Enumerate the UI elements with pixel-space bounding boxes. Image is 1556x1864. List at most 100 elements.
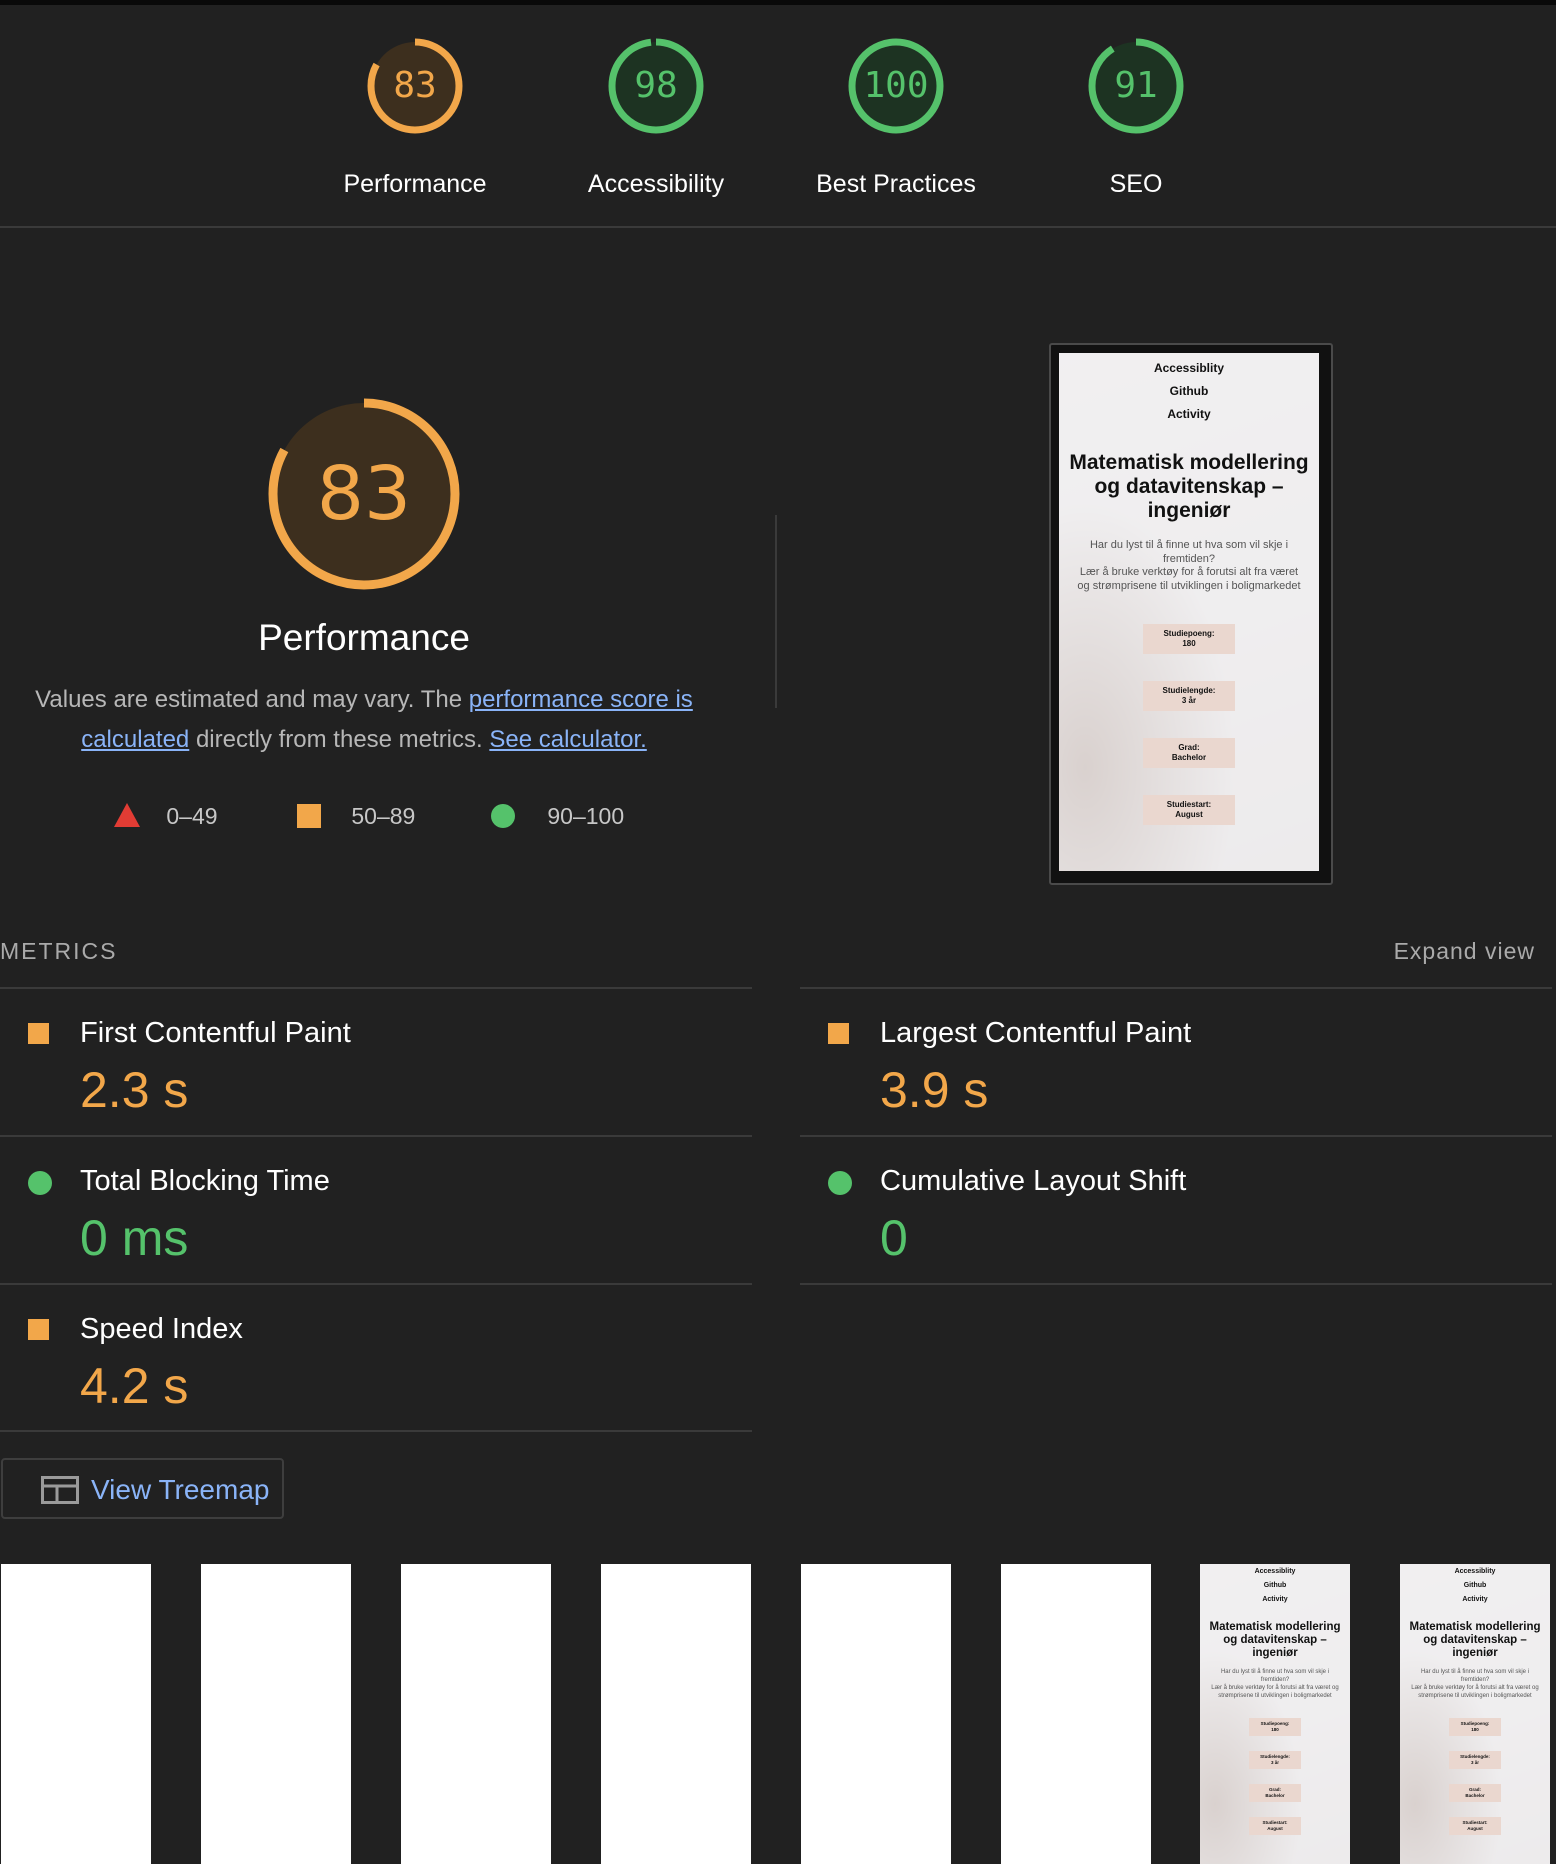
screenshot-title: Matematisk modellering og datavitenskap … [1209, 1621, 1341, 1659]
view-treemap-button[interactable]: View Treemap [1, 1458, 284, 1519]
gauge-label: SEO [1109, 170, 1163, 198]
screenshot-paragraph: Har du lyst til å finne ut hva som vil s… [1059, 539, 1319, 593]
screenshot-content: Accessiblity Github Activity Matematisk … [1059, 353, 1319, 825]
gauge-label: Best Practices [816, 170, 976, 198]
filmstrip-frame [601, 1564, 751, 1864]
gauge-ring: 98 [606, 36, 706, 136]
score-legend: 0–49 50–89 90–100 [0, 803, 728, 833]
average-square-icon [828, 1023, 849, 1044]
screenshot-card: Studielengde: 3 år [1249, 1751, 1301, 1769]
screenshot-card: Grad: Bachelor [1143, 738, 1235, 768]
metric-value: 4.2 s [80, 1358, 189, 1414]
pass-circle-icon [491, 804, 515, 828]
screenshot-paragraph: Har du lyst til å finne ut hva som vil s… [1400, 1668, 1550, 1700]
screenshot-paragraph-line: Har du lyst til å finne ut hva som vil s… [1089, 539, 1289, 565]
filmstrip-frame-rendered: Accessiblity Github Activity Matematisk … [1200, 1564, 1350, 1864]
screenshot-content: Accessiblity Github Activity Matematisk … [1400, 1564, 1550, 1835]
card-value: Bachelor [1465, 1793, 1485, 1798]
see-calculator-link[interactable]: See calculator. [489, 726, 646, 753]
gauge-score: 91 [1114, 65, 1158, 106]
screenshot-card: Studiepoeng: 180 [1249, 1718, 1301, 1736]
metric-name: Cumulative Layout Shift [880, 1165, 1187, 1197]
filmstrip-frame [1001, 1564, 1151, 1864]
gauge-seo[interactable]: 91 SEO [1046, 36, 1226, 199]
screenshot-nav-item: Activity [1262, 1596, 1288, 1603]
gauge-performance[interactable]: 83 Performance [325, 36, 505, 199]
gauge-score: 98 [634, 65, 678, 106]
card-value: 180 [1471, 1727, 1479, 1732]
card-value: Bachelor [1265, 1793, 1285, 1798]
screenshot-nav-item: Accessiblity [1454, 1568, 1496, 1575]
metric-value: 0 ms [80, 1210, 189, 1266]
card-label: Grad: [1178, 743, 1200, 752]
filmstrip-frame [1, 1564, 151, 1864]
metric-value: 2.3 s [80, 1062, 189, 1118]
metric-divider [0, 1430, 752, 1432]
performance-description: Values are estimated and may vary. The p… [30, 680, 698, 760]
gauge-best-practices[interactable]: 100 Best Practices [806, 36, 986, 199]
pass-circle-icon [28, 1171, 52, 1195]
performance-score: 83 [316, 451, 412, 537]
metric-speed-index: Speed Index 4.2 s [0, 1285, 752, 1431]
metric-total-blocking-time: Total Blocking Time 0 ms [0, 1137, 752, 1283]
vertical-divider [775, 515, 777, 708]
performance-gauge: 83 [264, 394, 464, 594]
metric-name: First Contentful Paint [80, 1017, 351, 1049]
view-treemap-label: View Treemap [91, 1474, 270, 1505]
metric-value: 3.9 s [880, 1062, 989, 1118]
pass-circle-icon [828, 1171, 852, 1195]
legend-average: 50–89 [297, 803, 415, 830]
screenshot-content: Accessiblity Github Activity Matematisk … [1200, 1564, 1350, 1835]
average-square-icon [297, 804, 321, 828]
metric-name: Speed Index [80, 1313, 243, 1345]
screenshot-card: Studiestart: August [1449, 1817, 1501, 1835]
filmstrip-frame [401, 1564, 551, 1864]
screenshot-nav-item: Github [1169, 384, 1209, 398]
filmstrip-frame [201, 1564, 351, 1864]
average-square-icon [28, 1319, 49, 1340]
legend-pass: 90–100 [491, 803, 624, 830]
card-value: August [1175, 810, 1203, 819]
gauge-ring: 83 [365, 36, 465, 136]
card-label: Studiepoeng: [1163, 629, 1215, 638]
card-value: 3 år [1181, 696, 1197, 705]
card-value: 180 [1182, 639, 1196, 648]
gauge-label: Performance [343, 170, 487, 198]
summary-divider [0, 226, 1556, 228]
screenshot-card: Studiestart: August [1143, 795, 1235, 825]
metric-divider [800, 1283, 1552, 1285]
metric-name: Total Blocking Time [80, 1165, 330, 1197]
screenshot-title: Matematisk modellering og datavitenskap … [1409, 1621, 1541, 1659]
gauge-accessibility[interactable]: 98 Accessibility [566, 36, 746, 199]
legend-pass-range: 90–100 [547, 803, 625, 829]
gauge-label: Accessibility [587, 170, 725, 198]
screenshot-nav-item: Accessiblity [1254, 1568, 1296, 1575]
screenshot-title: Matematisk modellering og datavitenskap … [1069, 451, 1309, 522]
legend-fail: 0–49 [114, 803, 218, 830]
expand-view-toggle[interactable]: Expand view [1394, 938, 1535, 965]
card-value: August [1267, 1826, 1283, 1831]
screenshot-nav-item: Accessiblity [1153, 361, 1225, 375]
treemap-icon [41, 1476, 79, 1509]
description-text: directly from these metrics. [189, 726, 490, 753]
filmstrip-frame-rendered: Accessiblity Github Activity Matematisk … [1400, 1564, 1550, 1864]
legend-fail-range: 0–49 [166, 803, 218, 829]
description-text: Values are estimated and may vary. The [35, 686, 469, 713]
top-border [0, 0, 1556, 5]
gauge-score: 83 [393, 65, 437, 106]
metric-largest-contentful-paint: Largest Contentful Paint 3.9 s [800, 989, 1552, 1135]
screenshot-card: Studiestart: August [1249, 1817, 1301, 1835]
card-value: 3 år [1470, 1760, 1479, 1765]
filmstrip-frame [801, 1564, 951, 1864]
final-screenshot[interactable]: Accessiblity Github Activity Matematisk … [1049, 343, 1333, 885]
metric-name: Largest Contentful Paint [880, 1017, 1192, 1049]
screenshot-nav-item: Activity [1462, 1596, 1488, 1603]
card-label: Studiestart: [1166, 800, 1212, 809]
metric-value: 0 [880, 1210, 908, 1266]
screenshot-card: Grad: Bachelor [1449, 1784, 1501, 1802]
card-label: Studielengde: [1162, 686, 1216, 695]
screenshot-card: Studielengde: 3 år [1449, 1751, 1501, 1769]
metric-cumulative-layout-shift: Cumulative Layout Shift 0 [800, 1137, 1552, 1283]
screenshot-nav-item: Activity [1167, 407, 1211, 421]
metrics-header: METRICS [0, 938, 118, 964]
